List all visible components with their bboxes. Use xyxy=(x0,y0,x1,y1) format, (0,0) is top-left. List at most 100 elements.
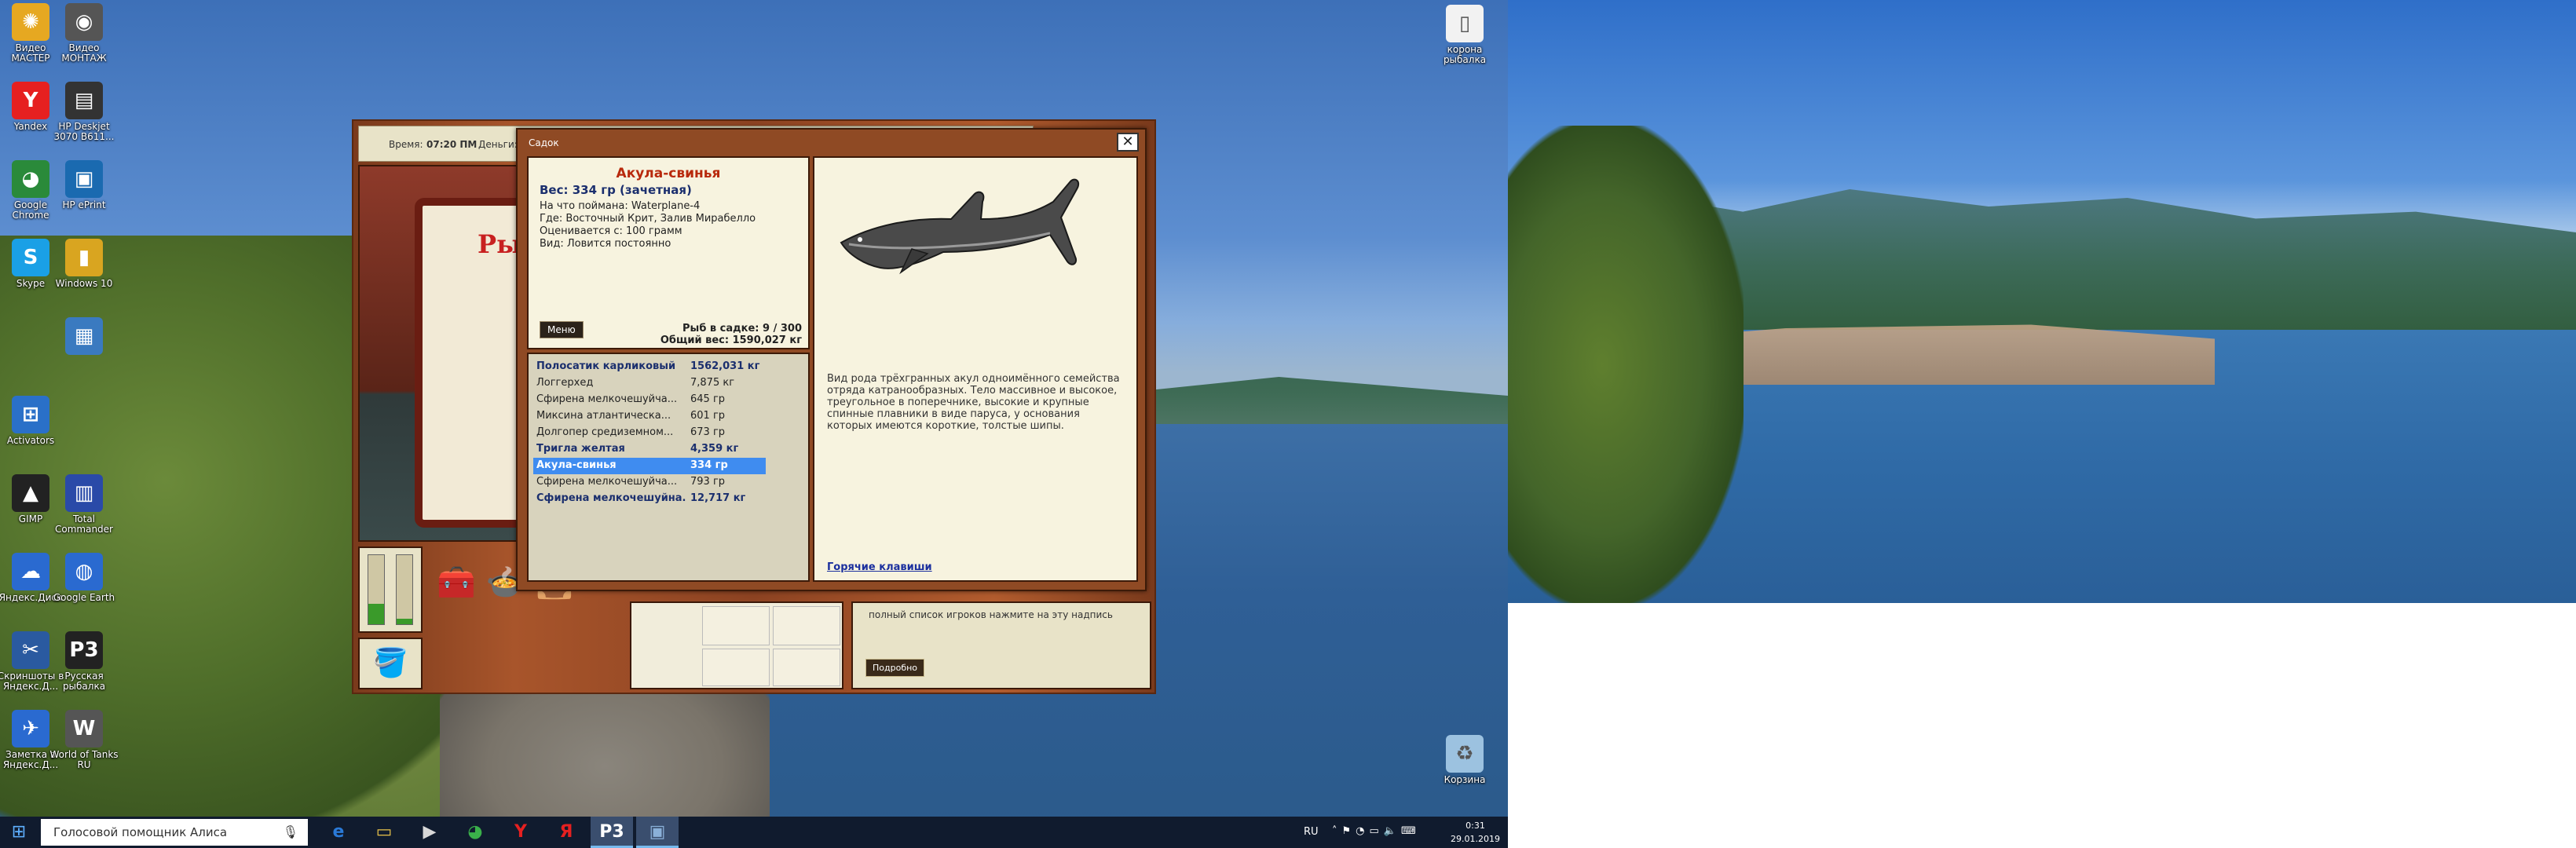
microphone-icon[interactable]: 🎙 xyxy=(283,819,298,846)
desktop-icon-label: HP Deskjet 3070 B611... xyxy=(53,121,115,142)
desktop-icon-label: Видео МОНТАЖ xyxy=(61,42,107,64)
app-icon[interactable]: ✺ xyxy=(12,3,49,41)
taskbar-app-rr3[interactable]: P3 xyxy=(591,817,633,848)
desktop-icon[interactable]: ▤ HP Deskjet 3070 B611... xyxy=(49,82,119,142)
fish-list-weight: 673 гр xyxy=(690,426,726,438)
fish-list-item[interactable]: Сфирена мелкочешуйча... 793 гр xyxy=(533,474,766,491)
taskbar-app-chrome[interactable]: ◕ xyxy=(454,817,496,848)
desktop-icon-label: Skype xyxy=(16,278,46,289)
fish-description: Вид рода трёхгранных акул одноимённого с… xyxy=(827,373,1120,432)
fish-details-panel: Акула-свинья Вес: 334 гр (зачетная) На ч… xyxy=(527,156,810,349)
app-icon[interactable]: ▮ xyxy=(65,239,103,276)
taskbar-app-yandex[interactable]: Я xyxy=(545,817,587,848)
desktop-icon[interactable]: W World of Tanks RU xyxy=(49,710,119,770)
app-icon[interactable]: ▤ xyxy=(65,82,103,119)
energy-bar-left xyxy=(368,554,385,625)
desktop-icon[interactable]: ▮ Windows 10 xyxy=(49,239,119,289)
desktop-icon[interactable]: P3 Русская рыбалка xyxy=(49,631,119,692)
game-scene[interactable]: Ры xyxy=(358,165,532,542)
app-icon[interactable]: S xyxy=(12,239,49,276)
details-button[interactable]: Подробно xyxy=(865,659,925,677)
desktop-icon[interactable]: ▣ HP ePrint xyxy=(49,160,119,210)
desktop-icon[interactable]: ◉ Видео МОНТАЖ xyxy=(49,3,119,64)
app-icon[interactable]: W xyxy=(65,710,103,747)
fishing-book[interactable]: Ры xyxy=(415,198,532,528)
menu-button[interactable]: Меню xyxy=(540,321,584,338)
clock-time: 0:31 xyxy=(1465,821,1485,831)
desktop-icon[interactable]: ♻ Корзина xyxy=(1429,735,1500,785)
fish-list-weight: 12,717 кг xyxy=(690,492,746,504)
app-icon[interactable]: ✂ xyxy=(12,631,49,669)
app-icon[interactable]: ◉ xyxy=(65,3,103,41)
desktop-icon[interactable]: ⊞ Activators xyxy=(0,396,66,446)
keyboard-icon: ⌨ xyxy=(1400,825,1421,837)
fish-list-name: Тригла желтая xyxy=(536,443,625,455)
windows-logo-icon[interactable]: ⊞ xyxy=(12,822,26,842)
fish-list-weight: 601 гр xyxy=(690,410,726,422)
tray-icons[interactable]: ˄⚑◔▭🔈⌨ xyxy=(1332,825,1421,837)
app-icon[interactable]: Y xyxy=(12,82,49,119)
fish-list-item[interactable]: Долгопер средиземном... 673 гр xyxy=(533,425,766,441)
taskbar-app-media[interactable]: ▶ xyxy=(408,817,451,848)
app-icon[interactable]: P3 xyxy=(65,631,103,669)
keepnet-total-weight: Общий вес: 1590,027 кг xyxy=(660,334,802,346)
fish-list-item[interactable]: Полосатик карликовый 1562,031 кг xyxy=(533,359,766,375)
desktop-icon[interactable]: ▯ корона рыбалка xyxy=(1429,5,1500,65)
fish-location: Где: Восточный Крит, Залив Мирабелло xyxy=(540,213,756,225)
clock[interactable]: 0:31 29.01.2019 xyxy=(1451,819,1500,846)
taskbar-app-edge[interactable]: e xyxy=(317,817,360,848)
voice-assistant-search[interactable]: Голосовой помощник Алиса 🎙 xyxy=(41,819,308,846)
app-icon[interactable]: ✈ xyxy=(12,710,49,747)
app-icon[interactable]: ⊞ xyxy=(12,396,49,433)
book-title: Ры xyxy=(478,229,522,259)
app-icon[interactable]: ☁ xyxy=(12,553,49,590)
desktop-icon-label: Activators xyxy=(6,435,55,446)
fish-rated-from: Оценивается с: 100 грамм xyxy=(540,225,682,237)
tackle-box-icon[interactable]: 🧰 xyxy=(437,565,476,601)
start-button[interactable]: ⊞ xyxy=(0,817,38,848)
fish-list-weight: 1562,031 кг xyxy=(690,360,760,372)
fish-list-item[interactable]: Тригла желтая 4,359 кг xyxy=(533,441,766,458)
desktop-icon-label: World of Tanks RU xyxy=(49,749,119,770)
keepnet-dialog[interactable]: Садок ✕ Акула-свинья Вес: 334 гр (зачетн… xyxy=(516,128,1147,591)
recycle-bin-icon[interactable]: ♻ xyxy=(1446,735,1484,773)
inventory-grid[interactable] xyxy=(630,601,843,689)
app-icon[interactable]: ▦ xyxy=(65,317,103,355)
network-icon: ◔ xyxy=(1356,825,1370,837)
fish-list-item[interactable]: Логгерхед 7,875 кг xyxy=(533,375,766,392)
app-icon[interactable]: ▥ xyxy=(65,474,103,512)
bucket-icon[interactable]: 🪣 xyxy=(358,638,423,689)
app-icon[interactable]: ▲ xyxy=(12,474,49,512)
search-placeholder[interactable]: Голосовой помощник Алиса xyxy=(53,825,227,839)
app-icon[interactable]: ◕ xyxy=(12,160,49,198)
fish-list-weight: 334 гр xyxy=(690,459,728,471)
close-button[interactable]: ✕ xyxy=(1117,133,1139,152)
fish-list-name: Сфирена мелкочешуйча... xyxy=(536,393,678,405)
desktop-icon-label: Google Chrome xyxy=(12,199,49,221)
fish-list-item[interactable]: Акула-свинья 334 гр xyxy=(533,458,766,474)
fish-list-name: Логгерхед xyxy=(536,377,594,389)
players-info-panel[interactable]: полный список игроков нажмите на эту над… xyxy=(851,601,1151,689)
desktop-icon[interactable]: ▦ xyxy=(49,317,119,357)
fish-list[interactable]: Полосатик карликовый 1562,031 кг Логгерхед… xyxy=(527,353,810,582)
close-icon[interactable]: ✕ xyxy=(1122,133,1133,150)
hotkeys-link[interactable]: Горячие клавиши xyxy=(827,561,932,573)
fish-list-item[interactable]: Сфирена мелкочешуйча... 645 гр xyxy=(533,392,766,408)
system-tray: RU ˄⚑◔▭🔈⌨ 0:31 29.01.2019 xyxy=(1304,817,1508,848)
time-value: 07:20 ПМ xyxy=(426,139,478,150)
language-indicator[interactable]: RU xyxy=(1304,826,1319,838)
file-icon[interactable]: ▯ xyxy=(1446,5,1484,42)
app-icon[interactable]: ▣ xyxy=(65,160,103,198)
taskbar-app-explorer[interactable]: ▭ xyxy=(363,817,405,848)
fish-list-item[interactable]: Сфирена мелкочешуйна... 12,717 кг xyxy=(533,491,766,507)
fish-list-item[interactable]: Миксина атлантическа... 601 гр xyxy=(533,408,766,425)
taskbar-app-game-window[interactable]: ▣ xyxy=(636,817,679,848)
keepnet-count: Рыб в садке: 9 / 300 xyxy=(682,323,802,334)
taskbar-app-yandex-browser[interactable]: Y xyxy=(499,817,542,848)
desktop-icon[interactable]: ◍ Google Earth xyxy=(49,553,119,603)
app-icon[interactable]: ◍ xyxy=(65,553,103,590)
fish-list-weight: 793 гр xyxy=(690,476,726,488)
desktop-icon[interactable]: ▥ Total Commander xyxy=(49,474,119,535)
fish-list-weight: 7,875 кг xyxy=(690,377,735,389)
players-info-text[interactable]: полный список игроков нажмите на эту над… xyxy=(869,609,1134,621)
